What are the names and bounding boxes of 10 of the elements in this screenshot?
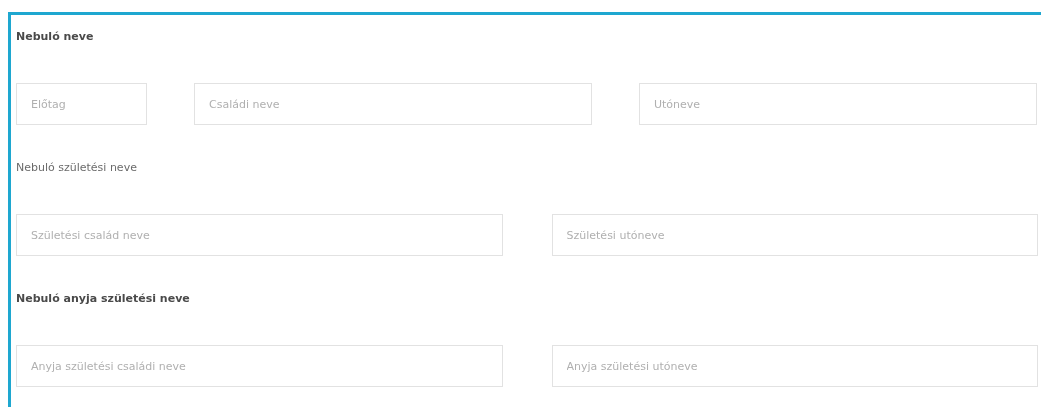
- input-field[interactable]: Utóneve: [639, 83, 1037, 125]
- input-field[interactable]: Előtag: [16, 83, 147, 125]
- input-field[interactable]: Anyja születési családi neve: [16, 345, 503, 387]
- input-field[interactable]: Születési család neve: [16, 214, 503, 256]
- input-field[interactable]: Anyja születési utóneve: [551, 345, 1038, 387]
- input-field[interactable]: Születési utóneve: [551, 214, 1038, 256]
- section-heading: Nebuló neve: [16, 29, 94, 45]
- section-heading: Nebuló születési neve: [16, 160, 137, 176]
- section-heading: Nebuló anyja születési neve: [16, 291, 190, 307]
- input-field[interactable]: Családi neve: [194, 83, 592, 125]
